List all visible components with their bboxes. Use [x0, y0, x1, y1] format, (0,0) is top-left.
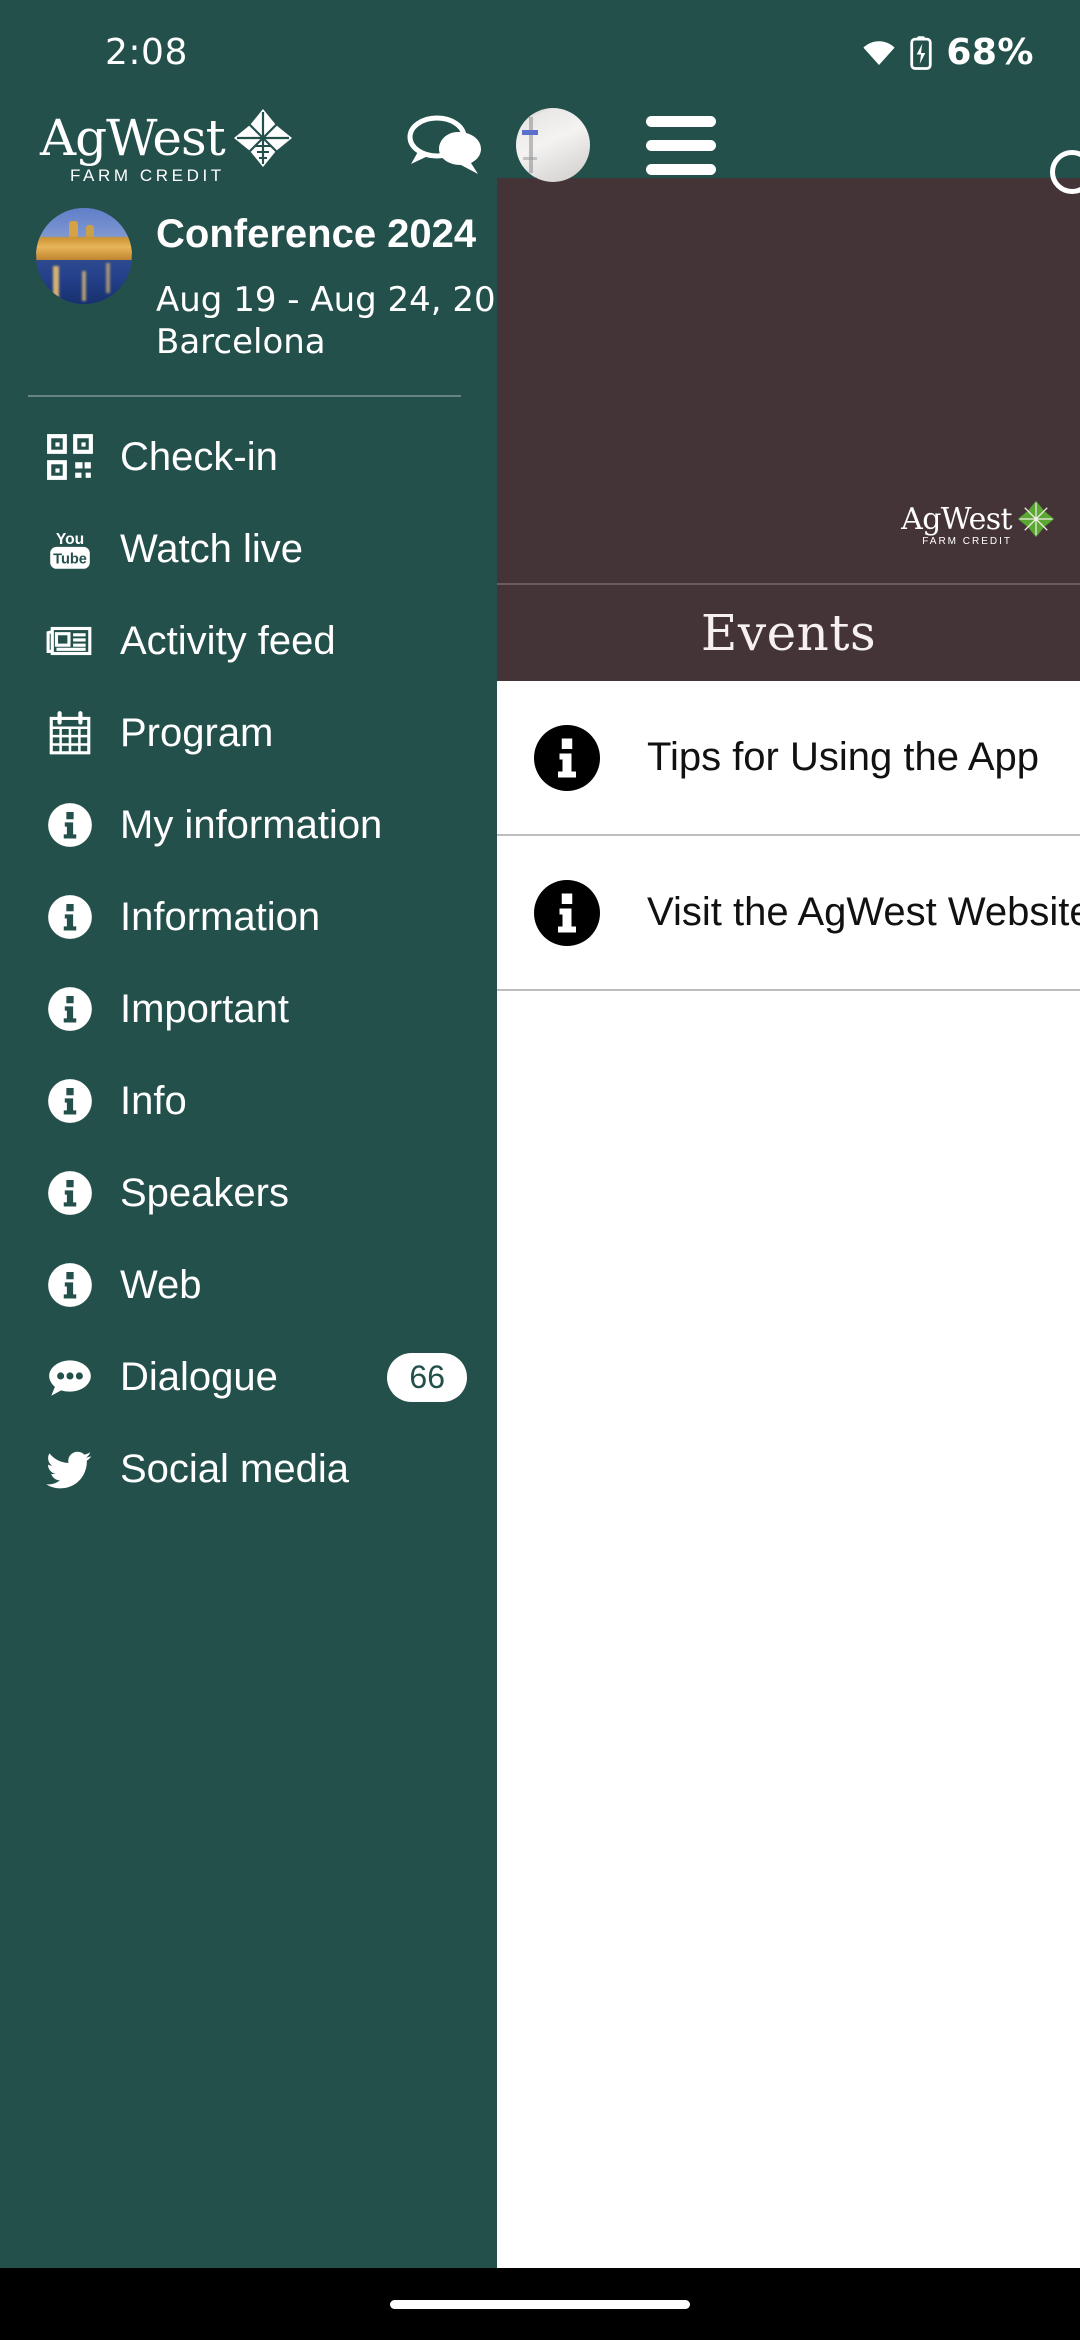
sidebar-item-social-media[interactable]: Social media — [0, 1423, 497, 1515]
status-time: 2:08 — [105, 32, 188, 73]
status-bar: 2:08 68% — [0, 0, 1080, 105]
info-circle-icon — [44, 892, 96, 942]
hamburger-menu-icon[interactable] — [646, 115, 716, 175]
info-circle-icon — [534, 724, 600, 791]
events-section-header: Events — [497, 583, 1080, 681]
sidebar-item-label: Info — [120, 1078, 187, 1123]
info-circle-icon — [534, 879, 600, 946]
app-bar-actions — [390, 108, 716, 182]
sidebar-item-label: My information — [120, 802, 383, 847]
list-item[interactable]: Tips for Using the App — [497, 681, 1080, 836]
drawer-menu: Check-in You Tube Watch live Activity fe… — [0, 397, 497, 1515]
sidebar-item-label: Program — [120, 710, 274, 755]
conference-dates: Aug 19 - Aug 24, 2024 — [156, 280, 497, 320]
content-panel: AgWest FARM CREDIT Events Tips for Using… — [497, 178, 1080, 2340]
sidebar-item-info[interactable]: Info — [0, 1055, 497, 1147]
sidebar-item-label: Activity feed — [120, 618, 336, 663]
svg-text:You: You — [56, 531, 84, 548]
sidebar-item-watch-live[interactable]: You Tube Watch live — [0, 503, 497, 595]
app-brand-logo: AgWest FARM CREDIT — [40, 106, 330, 184]
battery-charging-icon — [910, 35, 932, 70]
agwest-leaf-logo-icon — [233, 109, 292, 167]
sidebar-item-label: Speakers — [120, 1170, 289, 1215]
conference-thumbnail — [36, 208, 132, 304]
home-indicator[interactable] — [390, 2299, 690, 2309]
avatar[interactable] — [516, 108, 590, 182]
sidebar-item-label: Social media — [120, 1446, 350, 1491]
sidebar-item-check-in[interactable]: Check-in — [0, 411, 497, 503]
brand-name: AgWest — [40, 108, 226, 167]
sidebar-item-program[interactable]: Program — [0, 687, 497, 779]
brand-tagline: FARM CREDIT — [69, 166, 225, 185]
hero-brand-name: AgWest — [901, 501, 1012, 537]
sidebar-item-information[interactable]: Information — [0, 871, 497, 963]
wifi-icon — [863, 40, 895, 65]
battery-percentage: 68% — [946, 32, 1034, 73]
status-indicators: 68% — [862, 32, 1034, 73]
info-circle-icon — [44, 1260, 96, 1310]
sidebar-item-dialogue[interactable]: Dialogue 66 — [0, 1331, 497, 1423]
chat-button[interactable] — [390, 114, 500, 176]
sidebar-item-label: Web — [120, 1262, 202, 1307]
phone-screen: 2:08 68% AgWest FARM CREDIT AgWest FARM … — [0, 0, 1080, 2340]
chat-dots-icon — [44, 1352, 96, 1402]
sidebar-item-label: Dialogue — [120, 1354, 278, 1399]
info-circle-icon — [44, 984, 96, 1034]
calendar-icon — [44, 708, 96, 758]
hero-brand-tagline: FARM CREDIT — [922, 536, 1012, 547]
section-title: Events — [700, 604, 877, 662]
system-nav-bar — [0, 2268, 1080, 2340]
sidebar-item-activity-feed[interactable]: Activity feed — [0, 595, 497, 687]
sidebar-item-label: Watch live — [120, 526, 304, 571]
youtube-icon: You Tube — [44, 524, 96, 574]
status-badge: 66 — [387, 1352, 467, 1402]
info-circle-icon — [44, 800, 96, 850]
hero-banner: AgWest FARM CREDIT — [497, 178, 1080, 583]
conference-title: Conference 2024 — [156, 212, 477, 256]
list-item[interactable]: Visit the AgWest Website — [497, 836, 1080, 991]
list-item-label: Tips for Using the App — [647, 734, 1040, 779]
conference-header[interactable]: Conference 2024 Aug 19 - Aug 24, 2024 Ba… — [0, 178, 497, 363]
conference-city: Barcelona — [156, 321, 326, 362]
newspaper-icon — [44, 616, 96, 666]
sidebar-item-important[interactable]: Important — [0, 963, 497, 1055]
hero-brand-logo: AgWest FARM CREDIT — [901, 499, 1056, 547]
agwest-leaf-logo-green-icon — [1017, 500, 1055, 538]
twitter-bird-icon — [44, 1444, 96, 1494]
info-circle-icon — [44, 1168, 96, 1218]
list-item-label: Visit the AgWest Website — [647, 889, 1080, 934]
sidebar-item-my-information[interactable]: My information — [0, 779, 497, 871]
navigation-drawer: Conference 2024 Aug 19 - Aug 24, 2024 Ba… — [0, 178, 497, 2340]
sidebar-item-label: Check-in — [120, 434, 278, 479]
app-bar: AgWest FARM CREDIT — [0, 105, 1080, 185]
chat-bubbles-icon — [407, 115, 481, 174]
qr-code-icon — [44, 432, 96, 482]
info-circle-icon — [44, 1076, 96, 1126]
sidebar-item-speakers[interactable]: Speakers — [0, 1147, 497, 1239]
sidebar-item-web[interactable]: Web — [0, 1239, 497, 1331]
svg-text:Tube: Tube — [53, 552, 87, 568]
sidebar-item-label: Information — [120, 894, 321, 939]
sidebar-item-label: Important — [120, 986, 289, 1031]
